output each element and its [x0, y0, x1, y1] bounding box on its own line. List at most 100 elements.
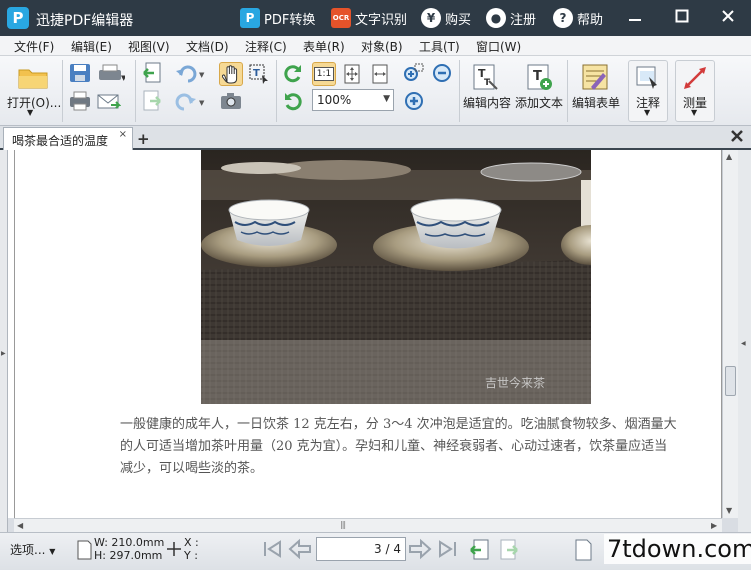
- email-button[interactable]: [96, 90, 122, 112]
- undo-button[interactable]: ▼: [172, 62, 208, 84]
- edit-content-icon: TT: [473, 64, 498, 90]
- insert-page-button[interactable]: [141, 90, 163, 112]
- svg-text:▼: ▼: [199, 71, 205, 79]
- extract-page-button[interactable]: [141, 62, 163, 84]
- document-paragraph: 一般健康的成年人，一日饮茶 12 克左右，分 3～4 次冲泡是适宜的。吃油腻食物…: [120, 417, 677, 476]
- text-select-icon: T: [249, 64, 268, 84]
- menu-file[interactable]: 文件(F): [14, 38, 54, 55]
- buy-button[interactable]: ¥ 购买: [421, 8, 471, 28]
- single-page-icon: [575, 539, 592, 561]
- zoom-in-button[interactable]: [402, 90, 426, 112]
- vertical-scrollbar[interactable]: ▲ ▼: [722, 150, 738, 518]
- hand-tool-button[interactable]: [219, 62, 243, 86]
- horizontal-scrollbar[interactable]: ◀ ||| ▶: [14, 518, 722, 532]
- separator: [276, 60, 277, 122]
- rotate-ccw-button[interactable]: [281, 90, 305, 112]
- fit-width-button[interactable]: [368, 62, 392, 86]
- right-panel-toggle[interactable]: ◀: [738, 150, 751, 532]
- ocr-button[interactable]: OCR 文字识别: [331, 8, 407, 28]
- close-panel-icon[interactable]: [730, 129, 744, 143]
- open-button[interactable]: [16, 62, 50, 92]
- chevron-down-icon[interactable]: ▼: [691, 108, 697, 117]
- menu-bar: 文件(F) 编辑(E) 视图(V) 文档(D) 注释(C) 表单(R) 对象(B…: [0, 36, 751, 56]
- menu-object[interactable]: 对象(B): [361, 38, 403, 55]
- print-button[interactable]: ▼: [96, 62, 126, 84]
- menu-form[interactable]: 表单(R): [303, 38, 345, 55]
- title-bar: P 迅捷PDF编辑器 P PDF转换 OCR 文字识别 ¥ 购买 ● 注册 ? …: [0, 0, 751, 36]
- zoom-value: 100%: [317, 93, 352, 107]
- printer-button[interactable]: [68, 90, 92, 112]
- add-text-button[interactable]: T: [524, 62, 554, 92]
- image-watermark: 吉世今来茶: [485, 376, 546, 390]
- first-page-icon: [264, 540, 281, 558]
- new-tab-button[interactable]: +: [137, 130, 150, 148]
- redo-button[interactable]: ▼: [172, 90, 208, 112]
- tea-cups-image: [201, 150, 591, 404]
- first-page-button[interactable]: [260, 538, 284, 562]
- arrow-right-icon: [409, 538, 432, 560]
- close-window-button[interactable]: [719, 9, 737, 27]
- open-label[interactable]: 打开(O)...: [7, 94, 61, 111]
- document-tab[interactable]: 喝茶最合适的温度 ×: [3, 127, 133, 150]
- pdf-convert-button[interactable]: P PDF转换: [240, 8, 315, 28]
- previous-page-button[interactable]: [288, 538, 312, 562]
- menu-document[interactable]: 文档(D): [186, 38, 229, 55]
- previous-view-button[interactable]: [468, 538, 492, 562]
- page-number-input[interactable]: 3 / 4: [316, 537, 406, 561]
- edit-form-label[interactable]: 编辑表单: [572, 94, 620, 111]
- scroll-grip-icon[interactable]: |||: [340, 520, 346, 529]
- snapshot-button[interactable]: [219, 90, 243, 112]
- menu-window[interactable]: 窗口(W): [476, 38, 521, 55]
- register-button[interactable]: ● 注册: [486, 8, 536, 28]
- scroll-thumb[interactable]: [725, 366, 736, 396]
- measure-icon-wrap: [680, 64, 710, 92]
- save-button[interactable]: [68, 62, 92, 84]
- scroll-up-icon[interactable]: ▲: [726, 152, 732, 161]
- app-title: 迅捷PDF编辑器: [36, 13, 134, 29]
- hand-icon: [222, 65, 238, 84]
- scroll-right-icon[interactable]: ▶: [711, 521, 717, 530]
- single-page-view-button[interactable]: [572, 538, 596, 562]
- menu-edit[interactable]: 编辑(E): [71, 38, 112, 55]
- zoom-out-button[interactable]: [430, 62, 454, 84]
- save-icon: [70, 64, 90, 82]
- last-page-button[interactable]: [436, 538, 460, 562]
- marquee-zoom-button[interactable]: [402, 62, 426, 84]
- select-text-button[interactable]: T: [247, 62, 271, 86]
- left-panel-toggle[interactable]: ▶: [0, 150, 8, 532]
- edit-content-button[interactable]: TT: [470, 62, 500, 92]
- fit-width-icon: [372, 64, 388, 84]
- site-watermark: 7tdown.com: [604, 534, 751, 564]
- chevron-down-icon: ▼: [49, 547, 56, 556]
- add-text-label[interactable]: 添加文本: [515, 94, 563, 111]
- scroll-left-icon[interactable]: ◀: [17, 521, 23, 530]
- tab-strip: 喝茶最合适的温度 × +: [0, 126, 751, 150]
- document-tab-label: 喝茶最合适的温度: [12, 134, 109, 148]
- edit-content-label[interactable]: 编辑内容: [463, 94, 511, 111]
- separator: [135, 60, 136, 122]
- menu-comment[interactable]: 注释(C): [245, 38, 287, 55]
- pdf-convert-label: PDF转换: [264, 12, 316, 28]
- menu-tools[interactable]: 工具(T): [419, 38, 460, 55]
- scroll-down-icon[interactable]: ▼: [726, 506, 732, 515]
- separator: [62, 60, 63, 122]
- separator: [567, 60, 568, 122]
- close-icon[interactable]: ×: [119, 129, 127, 140]
- edit-form-button[interactable]: [580, 62, 610, 92]
- rotate-cw-button[interactable]: [281, 62, 305, 84]
- options-select[interactable]: 选项... ▼: [10, 541, 55, 558]
- zoom-select[interactable]: 100% ▼: [312, 89, 394, 111]
- open-dropdown-icon[interactable]: ▼: [27, 108, 33, 117]
- help-button[interactable]: ? 帮助: [553, 8, 603, 28]
- next-page-button[interactable]: [408, 538, 432, 562]
- maximize-button[interactable]: [673, 9, 691, 27]
- fit-page-button[interactable]: [340, 62, 364, 86]
- svg-text:▼: ▼: [199, 99, 205, 107]
- menu-view[interactable]: 视图(V): [128, 38, 170, 55]
- next-view-button[interactable]: [498, 538, 522, 562]
- minimize-button[interactable]: [626, 9, 644, 27]
- fit-page-icon: [344, 64, 360, 84]
- chevron-down-icon[interactable]: ▼: [644, 108, 650, 117]
- page-size-icon: [77, 540, 92, 560]
- actual-size-button[interactable]: 1:1: [312, 62, 336, 86]
